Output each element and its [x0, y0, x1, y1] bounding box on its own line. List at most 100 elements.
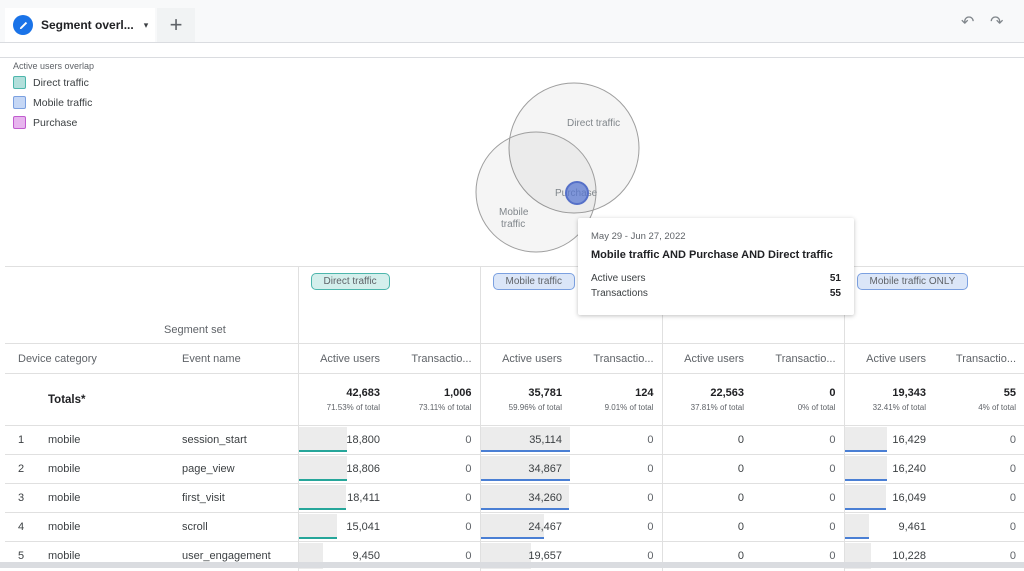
active-users-value: 9,450 [352, 550, 380, 563]
event-name[interactable]: page_view [164, 454, 298, 484]
legend-swatch [13, 116, 26, 129]
legend-label: Direct traffic [33, 76, 89, 89]
totals-transactions: 1,006 73.11% of total [388, 373, 481, 426]
total-percent: 0% of total [797, 403, 836, 412]
legend-swatch [13, 76, 26, 89]
column-header-row: Device category Event name Active users … [5, 343, 1024, 374]
chevron-down-icon[interactable]: ▾ [144, 20, 149, 31]
tab-label: Segment overl... [41, 18, 134, 32]
total-value: 22,563 [710, 387, 745, 399]
active-users-cell: 18,806 [297, 454, 388, 484]
transactions-cell: 0 [934, 483, 1024, 513]
header-active-users[interactable]: Active users [661, 343, 753, 374]
table-row[interactable]: 2 mobile page_view 18,806 0 34,867 0 0 0 16,240 0 [5, 454, 1024, 484]
table-row[interactable]: 3 mobile first_visit 18,411 0 34,260 0 0 0 16,049… [5, 483, 1024, 513]
tab-segment-overlap[interactable]: Segment overl... ▾ [5, 8, 155, 42]
active-users-cell: 18,800 [297, 425, 388, 455]
active-users-cell: 9,461 [843, 512, 935, 542]
active-users-value: 18,806 [346, 463, 380, 475]
active-users-value: 15,041 [346, 521, 380, 533]
active-users-cell: 34,260 [479, 483, 571, 513]
transactions-cell: 0 [388, 512, 481, 542]
header-event-name[interactable]: Event name [164, 343, 298, 374]
row-index: 4 [5, 512, 40, 542]
transactions-cell: 0 [388, 483, 481, 513]
venn-label-mobile: Mobile [499, 207, 529, 218]
undo-icon[interactable]: ↶ [961, 12, 974, 32]
header-transactions[interactable]: Transactio... [570, 343, 663, 374]
header-transactions[interactable]: Transactio... [752, 343, 845, 374]
active-users-value: 0 [737, 463, 745, 475]
active-users-value: 0 [737, 492, 745, 504]
total-percent: 71.53% of total [326, 403, 380, 412]
header-transactions[interactable]: Transactio... [388, 343, 481, 374]
venn-tooltip: May 29 - Jun 27, 2022 Mobile traffic AND… [578, 218, 854, 315]
total-percent: 4% of total [978, 403, 1017, 412]
row-index: 3 [5, 483, 40, 513]
tooltip-title: Mobile traffic AND Purchase AND Direct t… [591, 249, 833, 261]
segment-chip-mobile-traffic-only[interactable]: Mobile traffic ONLY [856, 273, 969, 290]
segment-set-label: Segment set [5, 266, 298, 344]
transactions-cell: 0 [934, 425, 1024, 455]
legend-swatch [13, 96, 26, 109]
venn-label-mobile-2: traffic [501, 219, 525, 230]
active-users-cell: 0 [661, 483, 753, 513]
active-users-bar [299, 485, 346, 510]
device-category: mobile [40, 454, 164, 484]
legend-label: Mobile traffic [33, 96, 93, 109]
active-users-bar [845, 514, 869, 539]
tooltip-date: May 29 - Jun 27, 2022 [591, 231, 686, 242]
total-value: 1,006 [443, 387, 472, 399]
horizontal-scrollbar[interactable] [0, 562, 1024, 568]
active-users-cell: 15,041 [297, 512, 388, 542]
device-category: mobile [40, 425, 164, 455]
venn-label-direct: Direct traffic [567, 118, 620, 129]
active-users-cell: 16,240 [843, 454, 935, 484]
event-name[interactable]: session_start [164, 425, 298, 455]
active-users-cell: 0 [661, 512, 753, 542]
transactions-cell: 0 [388, 425, 481, 455]
transactions-cell: 0 [570, 512, 663, 542]
redo-icon[interactable]: ↷ [990, 12, 1003, 32]
total-value: 0 [829, 387, 836, 399]
tooltip-row-active-users: Active users 51 [591, 273, 841, 284]
header-device-category[interactable]: Device category [5, 343, 164, 374]
active-users-value: 0 [737, 550, 745, 563]
total-value: 124 [635, 387, 654, 399]
transactions-cell: 0 [934, 454, 1024, 484]
tooltip-row-transactions: Transactions 55 [591, 288, 841, 299]
totals-label: Totals* [5, 373, 298, 426]
table-row[interactable]: 4 mobile scroll 15,041 0 24,467 0 0 0 9,461 0 [5, 512, 1024, 542]
segment-overlap-table: Segment set Direct traffic Mobile traffi… [5, 266, 1024, 571]
active-users-value: 18,411 [347, 492, 380, 504]
totals-transactions: 55 4% of total [934, 373, 1024, 426]
header-active-users[interactable]: Active users [479, 343, 571, 374]
active-users-value: 0 [737, 434, 745, 446]
totals-transactions: 0 0% of total [752, 373, 845, 426]
tab-bar: Segment overl... ▾ + ↶ ↷ [0, 0, 1024, 43]
active-users-bar [299, 427, 347, 452]
header-transactions[interactable]: Transactio... [934, 343, 1024, 374]
transactions-cell: 0 [934, 512, 1024, 542]
segment-header-row: Segment set Direct traffic Mobile traffi… [5, 266, 1024, 344]
segment-chip-direct-traffic[interactable]: Direct traffic [310, 273, 390, 290]
segment-chip-mobile-traffic[interactable]: Mobile traffic [492, 273, 576, 290]
venn-circle-purchase[interactable] [565, 181, 589, 205]
totals-active-users: 22,563 37.81% of total [661, 373, 753, 426]
header-active-users[interactable]: Active users [843, 343, 935, 374]
total-value: 19,343 [892, 387, 927, 399]
add-tab-button[interactable]: + [157, 8, 195, 42]
totals-active-users: 42,683 71.53% of total [297, 373, 388, 426]
transactions-cell: 0 [752, 454, 845, 484]
transactions-cell: 0 [752, 512, 845, 542]
table-row[interactable]: 1 mobile session_start 18,800 0 35,114 0 0 0 16,4… [5, 425, 1024, 455]
active-users-bar [299, 514, 337, 539]
active-users-cell: 35,114 [479, 425, 571, 455]
event-name[interactable]: scroll [164, 512, 298, 542]
event-name[interactable]: first_visit [164, 483, 298, 513]
row-index: 1 [5, 425, 40, 455]
active-users-value: 16,240 [892, 463, 927, 475]
active-users-value: 24,467 [528, 521, 563, 533]
header-active-users[interactable]: Active users [297, 343, 388, 374]
active-users-cell: 34,867 [479, 454, 571, 484]
